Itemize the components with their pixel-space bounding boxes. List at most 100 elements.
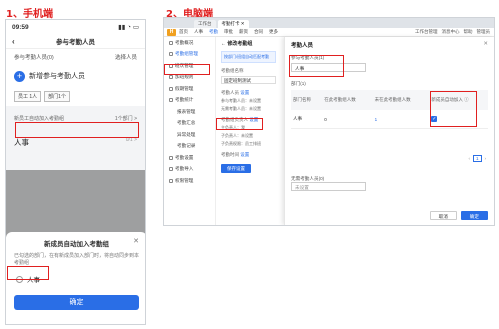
sidebar-item-records[interactable]: 考勤记录 — [164, 141, 215, 153]
admin-label: 考勤组负责人 — [221, 117, 248, 122]
close-icon[interactable]: ✕ — [133, 237, 139, 245]
pager-page[interactable]: 1 — [472, 155, 482, 162]
browser-tabs: 工作台 考勤打卡 ✕ — [164, 18, 494, 28]
radio-icon[interactable] — [16, 275, 23, 283]
group-icon — [169, 52, 173, 57]
sidebar-item-overtime[interactable]: 加班规则 — [164, 72, 215, 84]
nav-more[interactable]: 更多 — [269, 29, 278, 35]
status-icons: ▮▮ ◔ ▭ — [118, 24, 139, 31]
col-dept-name: 部门名称 — [291, 90, 323, 110]
sidebar-item-permissions[interactable]: 权限管理 — [164, 175, 215, 187]
overview-icon — [169, 40, 173, 45]
nav-approval[interactable]: 审批 — [224, 29, 233, 35]
panel-participants-input[interactable]: 人事 — [291, 63, 366, 72]
sidebar-item-shifts[interactable]: 班次管理 — [164, 60, 215, 72]
auto-join-checkbox[interactable]: ✓ — [431, 116, 438, 122]
admin-line-3: 子负责权限：员工排班 — [221, 141, 261, 146]
edit-group-form: ← 修改考勤组 按部门/班组自动匹配考勤 考勤组名称 固定班制测试 考勤人员 设… — [216, 37, 281, 225]
admin-line-1: 主负责人：我 — [221, 125, 245, 130]
top-admin[interactable]: 管理员 — [477, 29, 491, 35]
members-label: 考勤人员 — [221, 90, 239, 95]
sidebar-item-stats[interactable]: 考勤统计 — [164, 95, 215, 107]
group-name-label: 考勤组名称 — [221, 68, 244, 73]
group-row[interactable]: 人事 0/1 > — [6, 125, 145, 160]
group-count: 0/1 > — [125, 137, 137, 143]
plus-icon: + — [14, 70, 25, 82]
auto-join-row[interactable]: 新员工自动加入考勤组 1个部门 > — [6, 111, 145, 125]
sheet-description: 已勾选的部门，在有新成员加入部门时，将自动同步到本考勤组 — [14, 253, 140, 266]
row-out-count[interactable]: 1 — [372, 110, 430, 129]
nav-home[interactable]: 首页 — [179, 29, 188, 35]
stats-icon — [169, 98, 173, 103]
admin-set-link[interactable]: 设置 — [249, 117, 258, 122]
table-row: 人事 0 1 ✓ — [291, 110, 488, 129]
chip-employee[interactable]: 员工 1人 — [14, 91, 42, 102]
row-dept-name: 人事 — [291, 110, 323, 129]
pager-prev[interactable]: ‹ — [468, 156, 470, 161]
pager-next[interactable]: › — [485, 156, 487, 161]
back-icon[interactable]: ‹ — [12, 37, 15, 46]
nav-contract[interactable]: 合同 — [254, 29, 263, 35]
sidebar-item-settings[interactable]: 考勤设置 — [164, 152, 215, 164]
members-panel: 考勤人员 ✕ 参与考勤人员(1) 人事 部门(1) 部门名称 在此考勤组人数 未… — [284, 37, 494, 225]
members-set-link[interactable]: 设置 — [240, 90, 249, 95]
auto-join-sheet: 新成员自动加入考勤组 ✕ 已勾选的部门，在有新成员加入部门时，将自动同步到本考勤… — [6, 232, 145, 324]
auto-join-label: 新员工自动加入考勤组 — [14, 115, 65, 122]
form-title[interactable]: ← 修改考勤组 — [221, 40, 276, 47]
panel-close-icon[interactable]: ✕ — [483, 41, 488, 47]
time-set-link[interactable]: 设置 — [240, 152, 249, 157]
top-workbench[interactable]: 工作台管理 — [415, 29, 438, 35]
status-bar: 09:59 ▮▮ ◔ ▭ — [6, 20, 145, 34]
app-logo: H — [167, 28, 176, 36]
tab-attendance[interactable]: 考勤打卡 ✕ — [217, 20, 249, 28]
dept-table: 部门名称 在此考勤组人数 未在此考勤组人数 新成员自动加入 ⓘ 人事 0 1 ✓ — [291, 90, 488, 129]
top-messages[interactable]: 消息中心 — [442, 29, 460, 35]
members-line-2: 无需考勤人员：未设置 — [221, 106, 261, 111]
nav-attendance[interactable]: 考勤 — [209, 29, 218, 35]
dept-label: 部门(1) — [291, 81, 306, 86]
overtime-icon — [169, 75, 173, 80]
auto-join-value: 1个部门 > — [114, 115, 137, 122]
group-name-input[interactable]: 固定班制测试 — [221, 76, 276, 84]
mobile-page-title: 参与考勤人员 — [56, 39, 95, 46]
sidebar-item-leave[interactable]: 假期管理 — [164, 83, 215, 95]
admin-line-2: 子负责人：未设置 — [221, 133, 253, 138]
selected-chips: 员工 1人 部门1个 — [6, 87, 145, 106]
mobile-nav-bar: ‹ 参与考勤人员 — [6, 34, 145, 49]
top-help[interactable]: 帮助 — [464, 29, 473, 35]
sheet-title: 新成员自动加入考勤组 — [44, 241, 109, 248]
add-participants-button[interactable]: + 新增参与考勤人员 — [6, 65, 145, 87]
sidebar-item-summary[interactable]: 考勤汇总 — [164, 118, 215, 130]
nav-hr[interactable]: 人事 — [194, 29, 203, 35]
sidebar-item-groups[interactable]: 考勤组管理 — [164, 49, 215, 61]
exempt-input[interactable]: 未设置 — [291, 182, 366, 191]
nav-salary[interactable]: 薪资 — [239, 29, 248, 35]
panel-ok-button[interactable]: 确定 — [460, 211, 488, 220]
col-auto-join: 新成员自动加入 ⓘ — [429, 90, 488, 110]
panel-cancel-button[interactable]: 取消 — [429, 211, 457, 220]
sidebar-item-exceptions[interactable]: 异常处理 — [164, 129, 215, 141]
confirm-button[interactable]: 确定 — [14, 295, 139, 310]
settings-icon — [169, 155, 173, 160]
desktop-screenshot: 工作台 考勤打卡 ✕ H 首页 人事 考勤 审批 薪资 合同 更多 工作台管理 … — [163, 17, 495, 226]
shift-icon — [169, 63, 173, 68]
department-option[interactable]: 人事 — [14, 267, 139, 291]
col-not-in-group: 未在此考勤组人数 — [372, 90, 430, 110]
time-label: 考勤时间 — [221, 152, 239, 157]
group-name: 人事 — [14, 138, 29, 147]
panel-title: 考勤人员 — [291, 43, 314, 49]
save-button[interactable]: 保存设置 — [221, 164, 251, 173]
chip-department[interactable]: 部门1个 — [44, 91, 70, 102]
sidebar-item-import[interactable]: 考勤导入 — [164, 164, 215, 176]
participants-label: 参与考勤人员(0) — [14, 55, 54, 61]
tab-workbench[interactable]: 工作台 — [194, 20, 216, 28]
department-option-label: 人事 — [27, 277, 40, 284]
leave-icon — [169, 86, 173, 91]
sidebar-item-reports[interactable]: 报表管理 — [164, 106, 215, 118]
sidebar-item-overview[interactable]: 考勤概况 — [164, 37, 215, 49]
add-participants-label: 新增参与考勤人员 — [29, 73, 85, 80]
participants-action[interactable]: 选择人员 — [115, 53, 137, 61]
col-in-group: 在此考勤组人数 — [322, 90, 373, 110]
form-notice: 按部门/班组自动匹配考勤 — [221, 51, 276, 63]
import-icon — [169, 167, 173, 172]
